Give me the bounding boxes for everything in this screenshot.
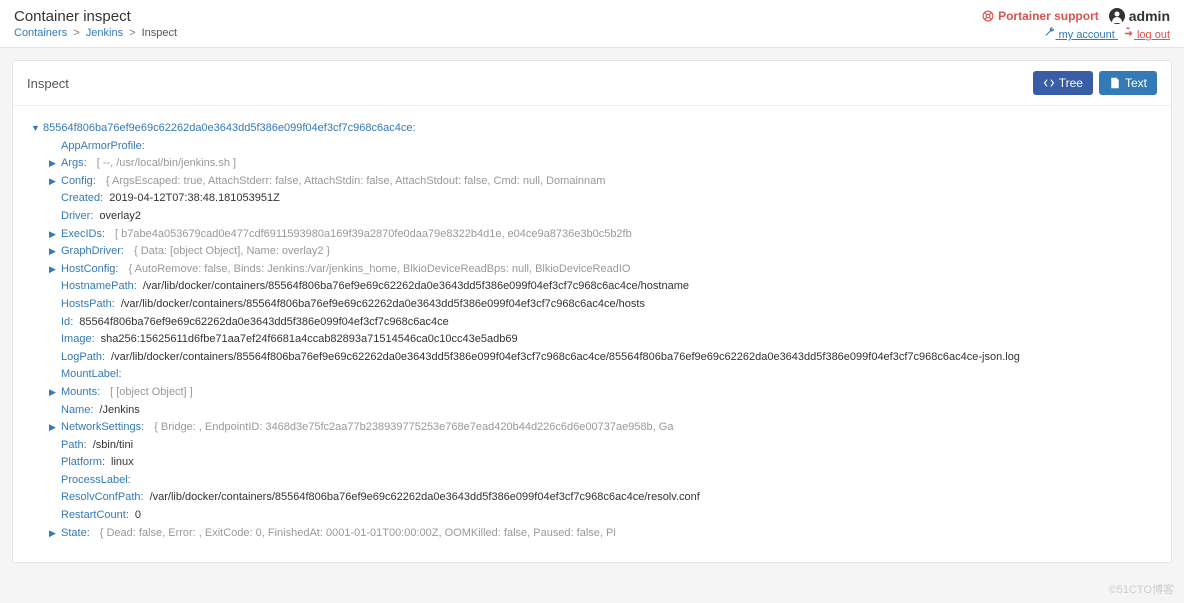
panel-title: Inspect (27, 76, 69, 91)
tree-preview: { AutoRemove: false, Binds: Jenkins:/var… (128, 261, 630, 279)
tree-preview: { Bridge: , EndpointID: 3468d3e75fc2aa77… (154, 419, 673, 437)
tree-preview: { Dead: false, Error: , ExitCode: 0, Fin… (100, 525, 616, 543)
tree-key[interactable]: HostsPath (61, 296, 115, 314)
crumb-containers[interactable]: Containers (14, 27, 67, 39)
tree-key[interactable]: LogPath (61, 349, 105, 367)
tree-preview: [ b7abe4a053679cad0e477cdf6911593980a169… (115, 226, 632, 244)
tree-key[interactable]: Image (61, 331, 95, 349)
crumb-sep: > (73, 27, 79, 39)
tree-preview: { ArgsEscaped: true, AttachStderr: false… (106, 173, 606, 191)
tree-key[interactable]: Mounts (61, 384, 100, 402)
tree-value: /var/lib/docker/containers/85564f806ba76… (143, 278, 689, 296)
code-icon (1043, 77, 1055, 89)
tree-key[interactable]: RestartCount (61, 507, 129, 525)
crumb-jenkins[interactable]: Jenkins (86, 27, 123, 39)
inspect-panel: Inspect Tree Text ▼85564f806ba76ef9e69c6… (12, 60, 1172, 563)
tree-value: /var/lib/docker/containers/85564f806ba76… (121, 296, 645, 314)
tree-key[interactable]: ResolvConfPath (61, 489, 144, 507)
tree-value: /var/lib/docker/containers/85564f806ba76… (111, 349, 1020, 367)
tree-value: /sbin/tini (93, 437, 133, 455)
toggle-icon[interactable]: ▶ (49, 174, 61, 188)
lifebuoy-icon (982, 10, 994, 22)
json-tree: ▼85564f806ba76ef9e69c62262da0e3643dd5f38… (13, 106, 1171, 562)
tree-preview: [ [object Object] ] (110, 384, 193, 402)
toggle-icon[interactable]: ▶ (49, 385, 61, 399)
toggle-icon[interactable]: ▶ (49, 420, 61, 434)
tree-key[interactable]: Config (61, 173, 96, 191)
tree-root-key[interactable]: 85564f806ba76ef9e69c62262da0e3643dd5f386… (43, 120, 416, 138)
file-icon (1109, 77, 1121, 89)
tree-key[interactable]: Path (61, 437, 87, 455)
tree-key[interactable]: Driver (61, 208, 93, 226)
tree-key[interactable]: NetworkSettings (61, 419, 144, 437)
tree-value: linux (111, 454, 134, 472)
toggle-icon[interactable]: ▶ (49, 526, 61, 540)
tree-value: overlay2 (99, 208, 141, 226)
crumb-current: Inspect (142, 27, 177, 39)
tree-preview: [ --, /usr/local/bin/jenkins.sh ] (97, 155, 236, 173)
tree-value: 2019-04-12T07:38:48.181053951Z (109, 190, 280, 208)
logout-icon (1122, 26, 1134, 38)
toggle-icon[interactable]: ▼ (31, 121, 43, 135)
tree-value: 85564f806ba76ef9e69c62262da0e3643dd5f386… (79, 314, 448, 332)
tree-key[interactable]: GraphDriver (61, 243, 124, 261)
tree-key[interactable]: ExecIDs (61, 226, 105, 244)
toggle-icon[interactable]: ▶ (49, 227, 61, 241)
tree-key[interactable]: Name (61, 402, 93, 420)
user-badge: admin (1109, 8, 1170, 24)
wrench-icon (1044, 26, 1056, 38)
logout-link[interactable]: log out (1122, 29, 1170, 41)
page-title: Container inspect (14, 8, 177, 25)
breadcrumb: Containers > Jenkins > Inspect (14, 27, 177, 39)
tree-value: /var/lib/docker/containers/85564f806ba76… (150, 489, 700, 507)
my-account-link[interactable]: my account (1044, 29, 1118, 41)
user-icon (1109, 8, 1125, 24)
tree-key[interactable]: Platform (61, 454, 105, 472)
support-label: Portainer support (998, 9, 1099, 23)
tree-key[interactable]: MountLabel (61, 366, 122, 384)
tree-key[interactable]: ProcessLabel (61, 472, 131, 490)
tree-key[interactable]: Created (61, 190, 103, 208)
watermark: ©51CTO博客 (1109, 581, 1174, 597)
tree-preview: { Data: [object Object], Name: overlay2 … (134, 243, 330, 261)
tree-key[interactable]: State (61, 525, 90, 543)
tree-value: /Jenkins (99, 402, 139, 420)
tree-key[interactable]: HostConfig (61, 261, 118, 279)
toggle-icon[interactable]: ▶ (49, 156, 61, 170)
support-link[interactable]: Portainer support (982, 9, 1099, 23)
tree-key[interactable]: Id (61, 314, 73, 332)
text-view-button[interactable]: Text (1099, 71, 1157, 95)
tree-value: 0 (135, 507, 141, 525)
toggle-icon[interactable]: ▶ (49, 244, 61, 258)
tree-value: sha256:15625611d6fbe71aa7ef24f6681a4ccab… (101, 331, 518, 349)
tree-view-button[interactable]: Tree (1033, 71, 1093, 95)
toggle-icon[interactable]: ▶ (49, 262, 61, 276)
crumb-sep: > (129, 27, 135, 39)
tree-key[interactable]: Args (61, 155, 87, 173)
tree-key[interactable]: AppArmorProfile (61, 138, 145, 156)
tree-key[interactable]: HostnamePath (61, 278, 137, 296)
user-name: admin (1129, 8, 1170, 24)
